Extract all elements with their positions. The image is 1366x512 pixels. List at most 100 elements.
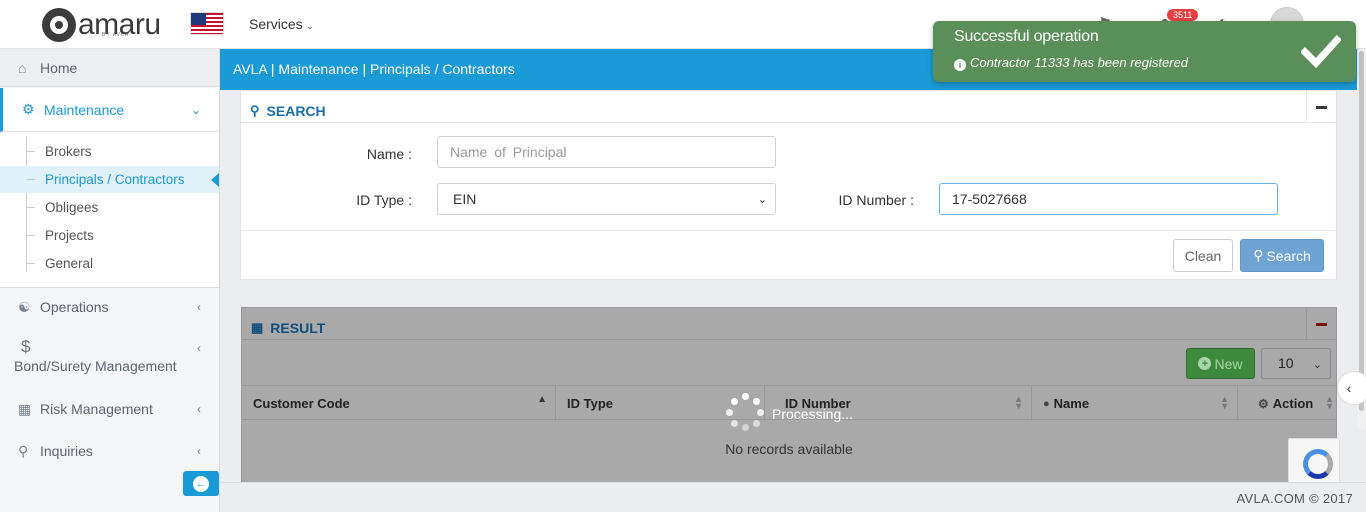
recaptcha-badge[interactable] (1288, 438, 1340, 484)
sidebar-item-label: Inquiries (40, 443, 93, 459)
column-label: Customer Code (253, 396, 350, 411)
result-panel: ▦ RESULT + New 10 ⌄ Customer Code ▲ ID T… (241, 307, 1337, 483)
maintenance-submenu: Brokers Principals / Contractors Obligee… (0, 132, 219, 288)
sort-icon: ▲ ▼ (1014, 394, 1023, 411)
minus-icon (1316, 105, 1327, 109)
checkmark-icon (1301, 35, 1341, 69)
footer-copyright: AVLA.COM © 2017 (220, 482, 1366, 512)
dollar-icon: $ (21, 337, 31, 356)
table-icon: ▦ (251, 319, 264, 335)
arrow-left-icon: ← (193, 475, 209, 492)
new-button-label: New (1214, 355, 1243, 372)
search-icon: ⚲ (250, 102, 260, 118)
sidebar-item-home[interactable]: ⌂ Home (0, 49, 219, 87)
chevron-down-icon: ⌄ (1312, 359, 1322, 371)
processing-indicator: Processing... (726, 393, 853, 431)
page-size-select[interactable]: 10 ⌄ (1261, 348, 1331, 379)
chevron-left-icon: ‹ (197, 402, 201, 416)
clean-button[interactable]: Clean (1173, 239, 1233, 272)
handshake-icon: ☯ (18, 298, 31, 315)
services-menu[interactable]: Services ⌄ (249, 16, 314, 32)
submenu-item-general[interactable]: General (0, 250, 219, 277)
search-icon: ⚲ (1253, 247, 1264, 263)
chevron-down-icon: ⌄ (305, 21, 315, 32)
sidebar-item-label: Bond/Surety Management (14, 358, 177, 374)
logo-subtext: BY AVLA (102, 32, 130, 38)
sidebar-item-bond-surety[interactable]: $ Bond/Surety Management ‹ (0, 329, 219, 389)
column-label: Name (1053, 396, 1090, 411)
id-number-label: ID Number : (838, 192, 914, 208)
chevron-left-icon: ‹ (1346, 380, 1352, 396)
submenu-label: Brokers (45, 144, 92, 159)
collapse-panel-button[interactable] (1306, 91, 1336, 123)
id-type-selected: EIN (453, 191, 477, 207)
recaptcha-icon (1303, 449, 1333, 479)
sort-icon: ▲ ▼ (1325, 394, 1334, 411)
id-number-input[interactable]: 17-5027668 (939, 183, 1278, 215)
search-icon: ⚲ (18, 442, 29, 459)
submenu-label: Projects (45, 228, 94, 243)
sort-icon: ▲ ▼ (1220, 394, 1229, 411)
submenu-item-brokers[interactable]: Brokers (0, 138, 219, 165)
submenu-item-principals-contractors[interactable]: Principals / Contractors (0, 166, 219, 193)
name-input[interactable]: Name of Principal (437, 136, 776, 168)
sidebar-item-label: Maintenance (44, 101, 125, 118)
success-toast[interactable]: Successful operation i Contractor 11333 h… (933, 21, 1356, 82)
spinner-icon (726, 393, 764, 431)
column-label: Action (1272, 396, 1314, 411)
sidebar-item-label: Home (40, 59, 78, 76)
submenu-item-obligees[interactable]: Obligees (0, 194, 219, 221)
chevron-left-icon: ‹ (197, 444, 201, 458)
info-icon: i (954, 59, 966, 71)
search-panel-header: ⚲ SEARCH (241, 91, 1336, 123)
id-type-select[interactable]: EIN ⌄ (437, 183, 776, 215)
processing-text: Processing... (772, 406, 853, 422)
search-button[interactable]: ⚲ Search (1240, 239, 1324, 272)
chevron-left-icon: ‹ (197, 341, 201, 355)
sidebar: ⌂ Home ⚙ Maintenance ⌄ Brokers Principal… (0, 49, 220, 512)
search-panel-title: SEARCH (266, 102, 326, 119)
submenu-item-projects[interactable]: Projects (0, 222, 219, 249)
submenu-label: Principals / Contractors (45, 172, 185, 187)
column-header-name[interactable]: ● Name ▲ ▼ (1032, 386, 1238, 421)
submenu-label: Obligees (45, 200, 99, 215)
logo-mark-icon (42, 8, 76, 42)
chevron-left-icon: ‹ (197, 300, 201, 314)
result-panel-title: RESULT (270, 319, 326, 336)
notification-badge: 3511 (1167, 9, 1199, 21)
column-header-customer-code[interactable]: Customer Code ▲ (242, 386, 556, 421)
sidebar-item-label: Risk Management (40, 401, 153, 417)
page-size-value: 10 (1278, 355, 1294, 371)
id-type-label: ID Type : (356, 192, 412, 208)
cubes-icon: ▦ (18, 400, 32, 417)
collapse-panel-button[interactable] (1306, 308, 1336, 340)
gear-icon: ⚙ (1258, 396, 1269, 411)
new-button[interactable]: + New (1186, 348, 1255, 379)
minus-icon (1316, 322, 1327, 326)
submenu-label: General (45, 256, 94, 271)
active-indicator-icon (211, 173, 219, 187)
sidebar-item-risk-management[interactable]: ▦ Risk Management ‹ (0, 390, 219, 428)
name-label: Name : (366, 146, 412, 162)
toast-message: Contractor 11333 has been registered (970, 55, 1189, 70)
chevron-down-icon: ⌄ (190, 102, 201, 117)
toast-title: Successful operation (954, 28, 1099, 45)
plus-icon: + (1198, 357, 1212, 370)
collapse-sidebar-button[interactable]: ← (183, 471, 219, 496)
sort-asc-icon: ▲ (537, 394, 547, 405)
home-icon: ⌂ (18, 59, 27, 76)
gear-icon: ⚙ (22, 101, 35, 117)
services-label: Services (249, 16, 303, 32)
sidebar-item-maintenance[interactable]: ⚙ Maintenance ⌄ (0, 88, 219, 132)
search-panel: ⚲ SEARCH Name : Name of Principal ID Typ… (240, 90, 1337, 280)
sidebar-item-operations[interactable]: ☯ Operations ‹ (0, 288, 219, 326)
us-flag-icon[interactable] (190, 12, 224, 35)
sidebar-item-inquiries[interactable]: ⚲ Inquiries ‹ (0, 432, 219, 470)
side-panel-toggle[interactable]: ‹ (1337, 371, 1366, 405)
user-icon: ● (1043, 397, 1050, 410)
result-panel-header: ▦ RESULT (242, 308, 1336, 340)
empty-table-message: No records available (725, 441, 853, 457)
column-header-action[interactable]: ⚙ Action ▲ ▼ (1238, 386, 1336, 421)
column-label: ID Type (567, 396, 613, 411)
search-button-label: Search (1266, 247, 1311, 264)
